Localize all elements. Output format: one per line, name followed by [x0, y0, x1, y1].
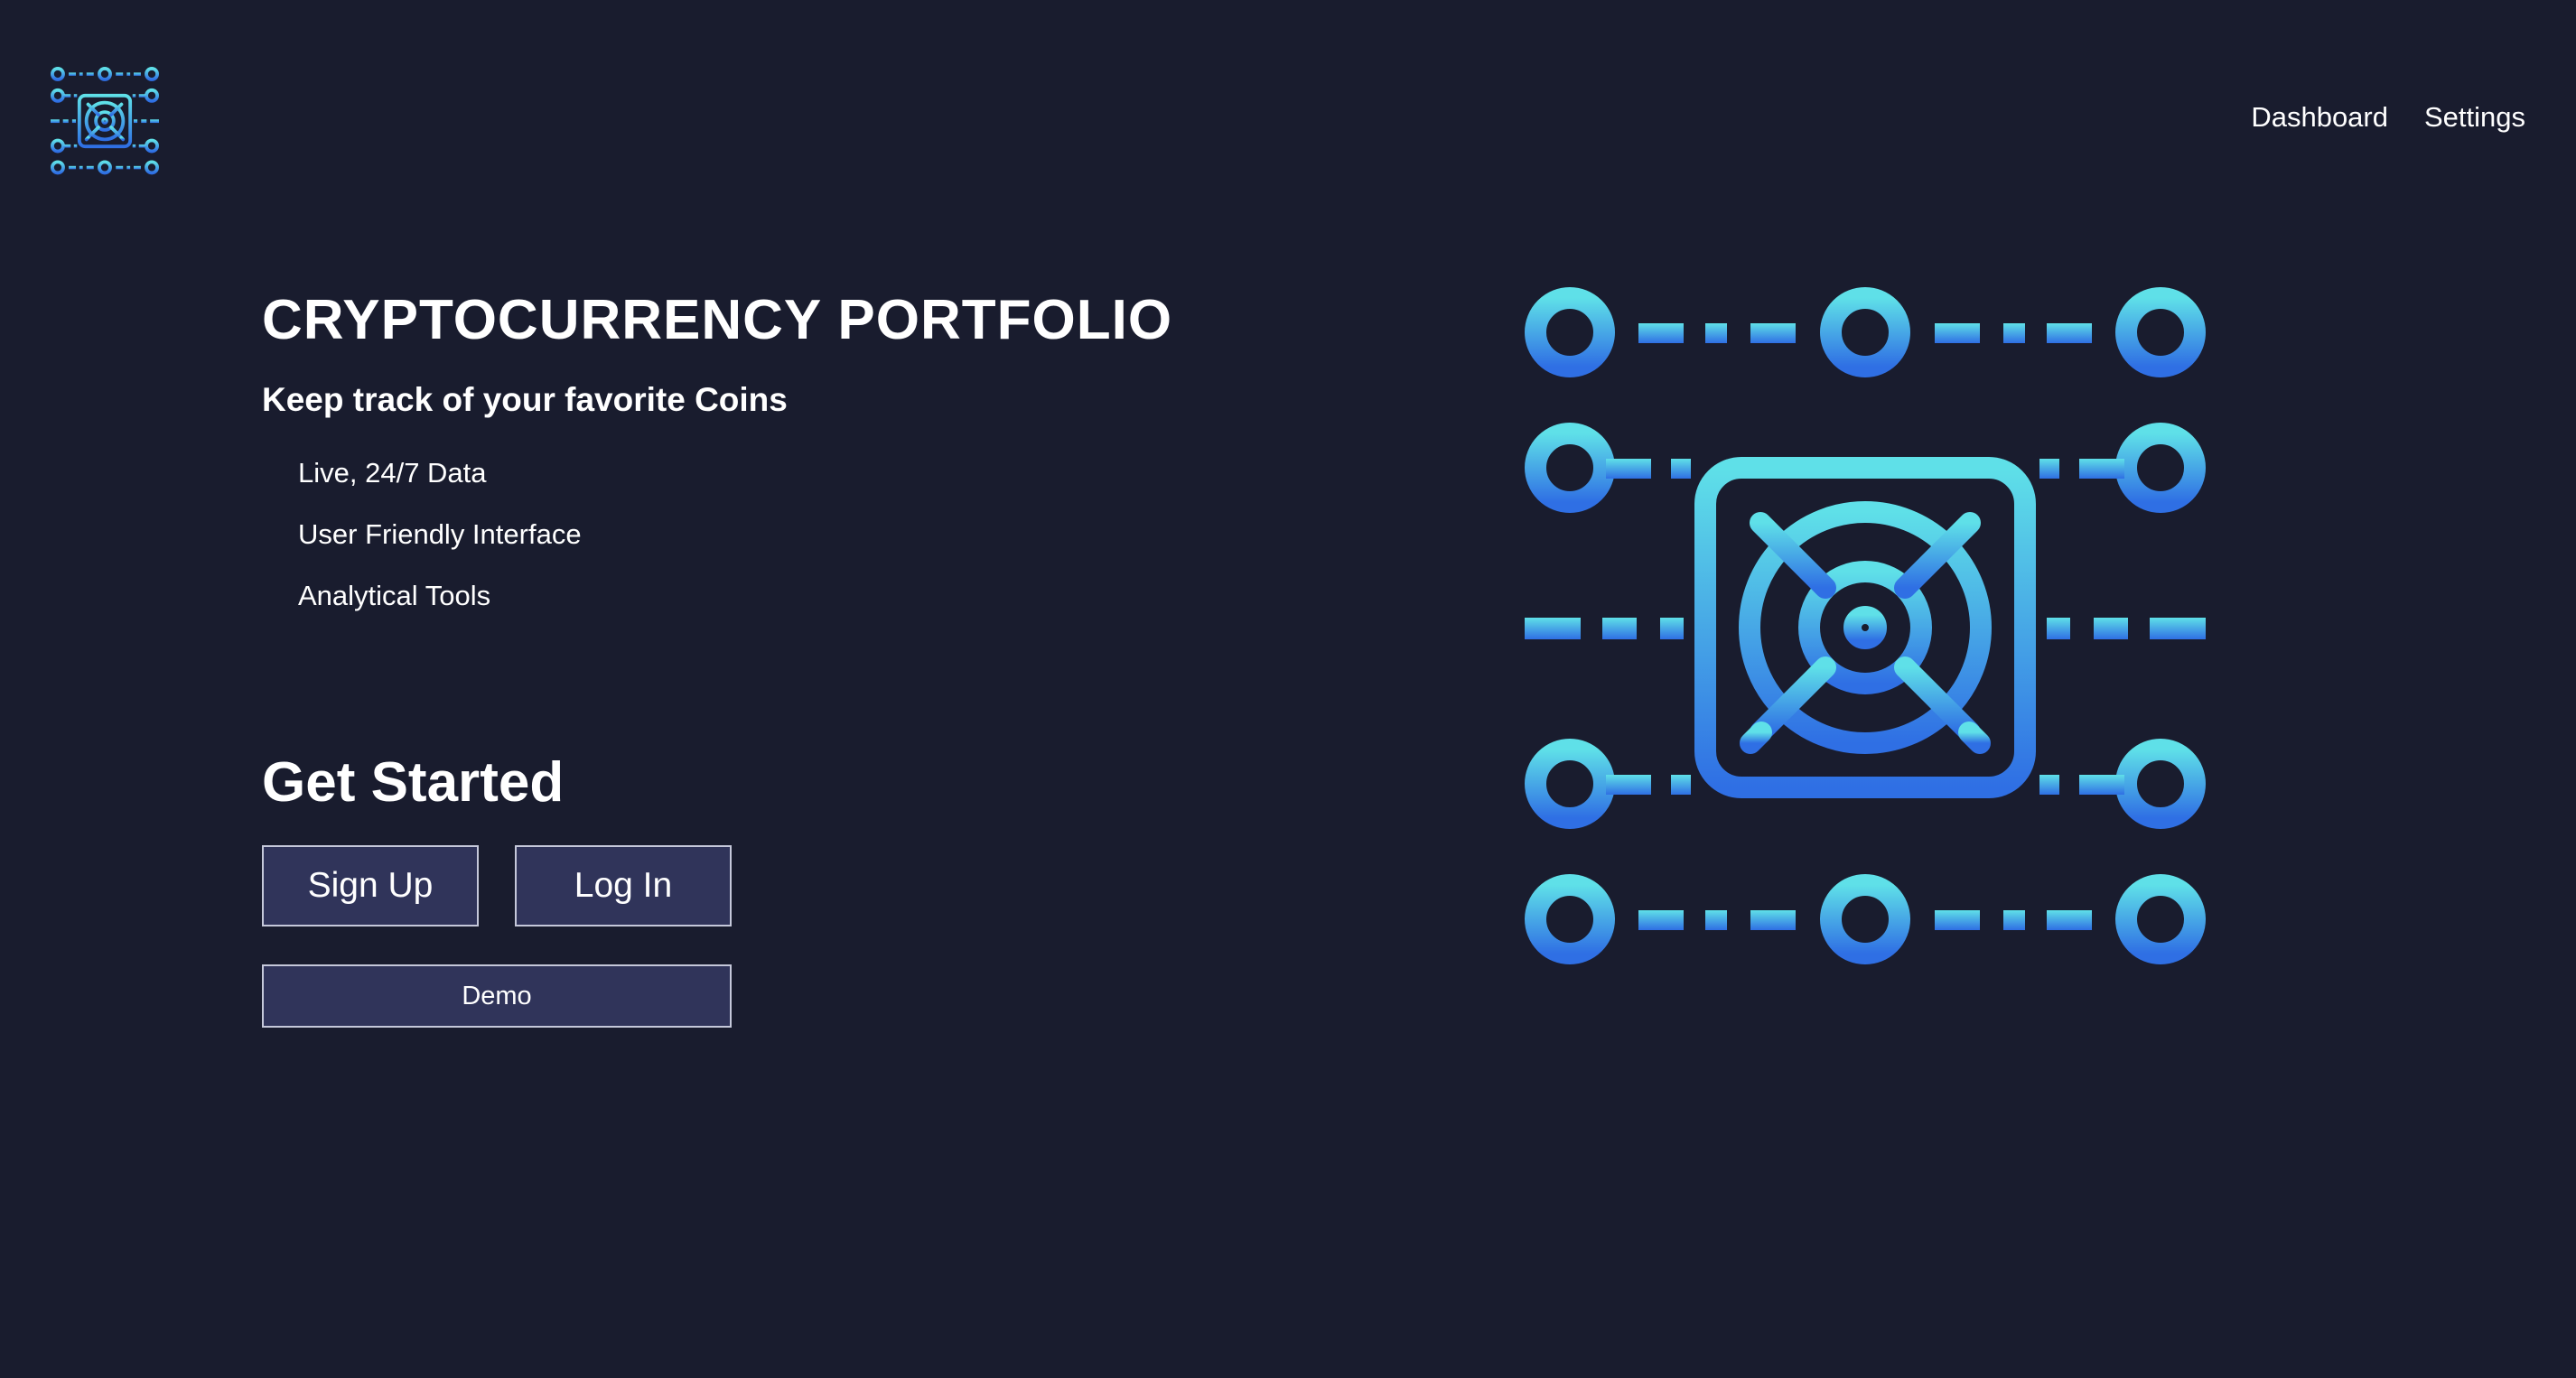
nav-dashboard-link[interactable]: Dashboard	[2251, 101, 2388, 134]
feature-item: Analytical Tools	[298, 580, 491, 611]
auth-buttons: Sign Up Log In	[262, 845, 1346, 926]
sign-up-button[interactable]: Sign Up	[262, 845, 479, 926]
feature-list: Live, 24/7 Data User Friendly Interface …	[298, 442, 1346, 627]
vault-circuit-icon	[51, 65, 159, 177]
page-title: CRYPTOCURRENCY PORTFOLIO	[262, 289, 1173, 351]
vault-circuit-icon	[1525, 287, 2206, 968]
page-subtitle: Keep track of your favorite Coins	[262, 381, 788, 418]
logo-icon[interactable]	[51, 65, 159, 177]
feature-item: User Friendly Interface	[298, 518, 582, 550]
feature-item: Live, 24/7 Data	[298, 457, 487, 489]
log-in-button[interactable]: Log In	[515, 845, 732, 926]
demo-button[interactable]: Demo	[262, 964, 732, 1028]
hero-section: CRYPTOCURRENCY PORTFOLIO Keep track of y…	[262, 282, 1346, 1028]
vault-illustration	[1525, 287, 2206, 968]
nav-settings-link[interactable]: Settings	[2424, 101, 2525, 134]
top-nav: Dashboard Settings	[2251, 101, 2525, 134]
get-started-heading: Get Started	[262, 751, 565, 814]
